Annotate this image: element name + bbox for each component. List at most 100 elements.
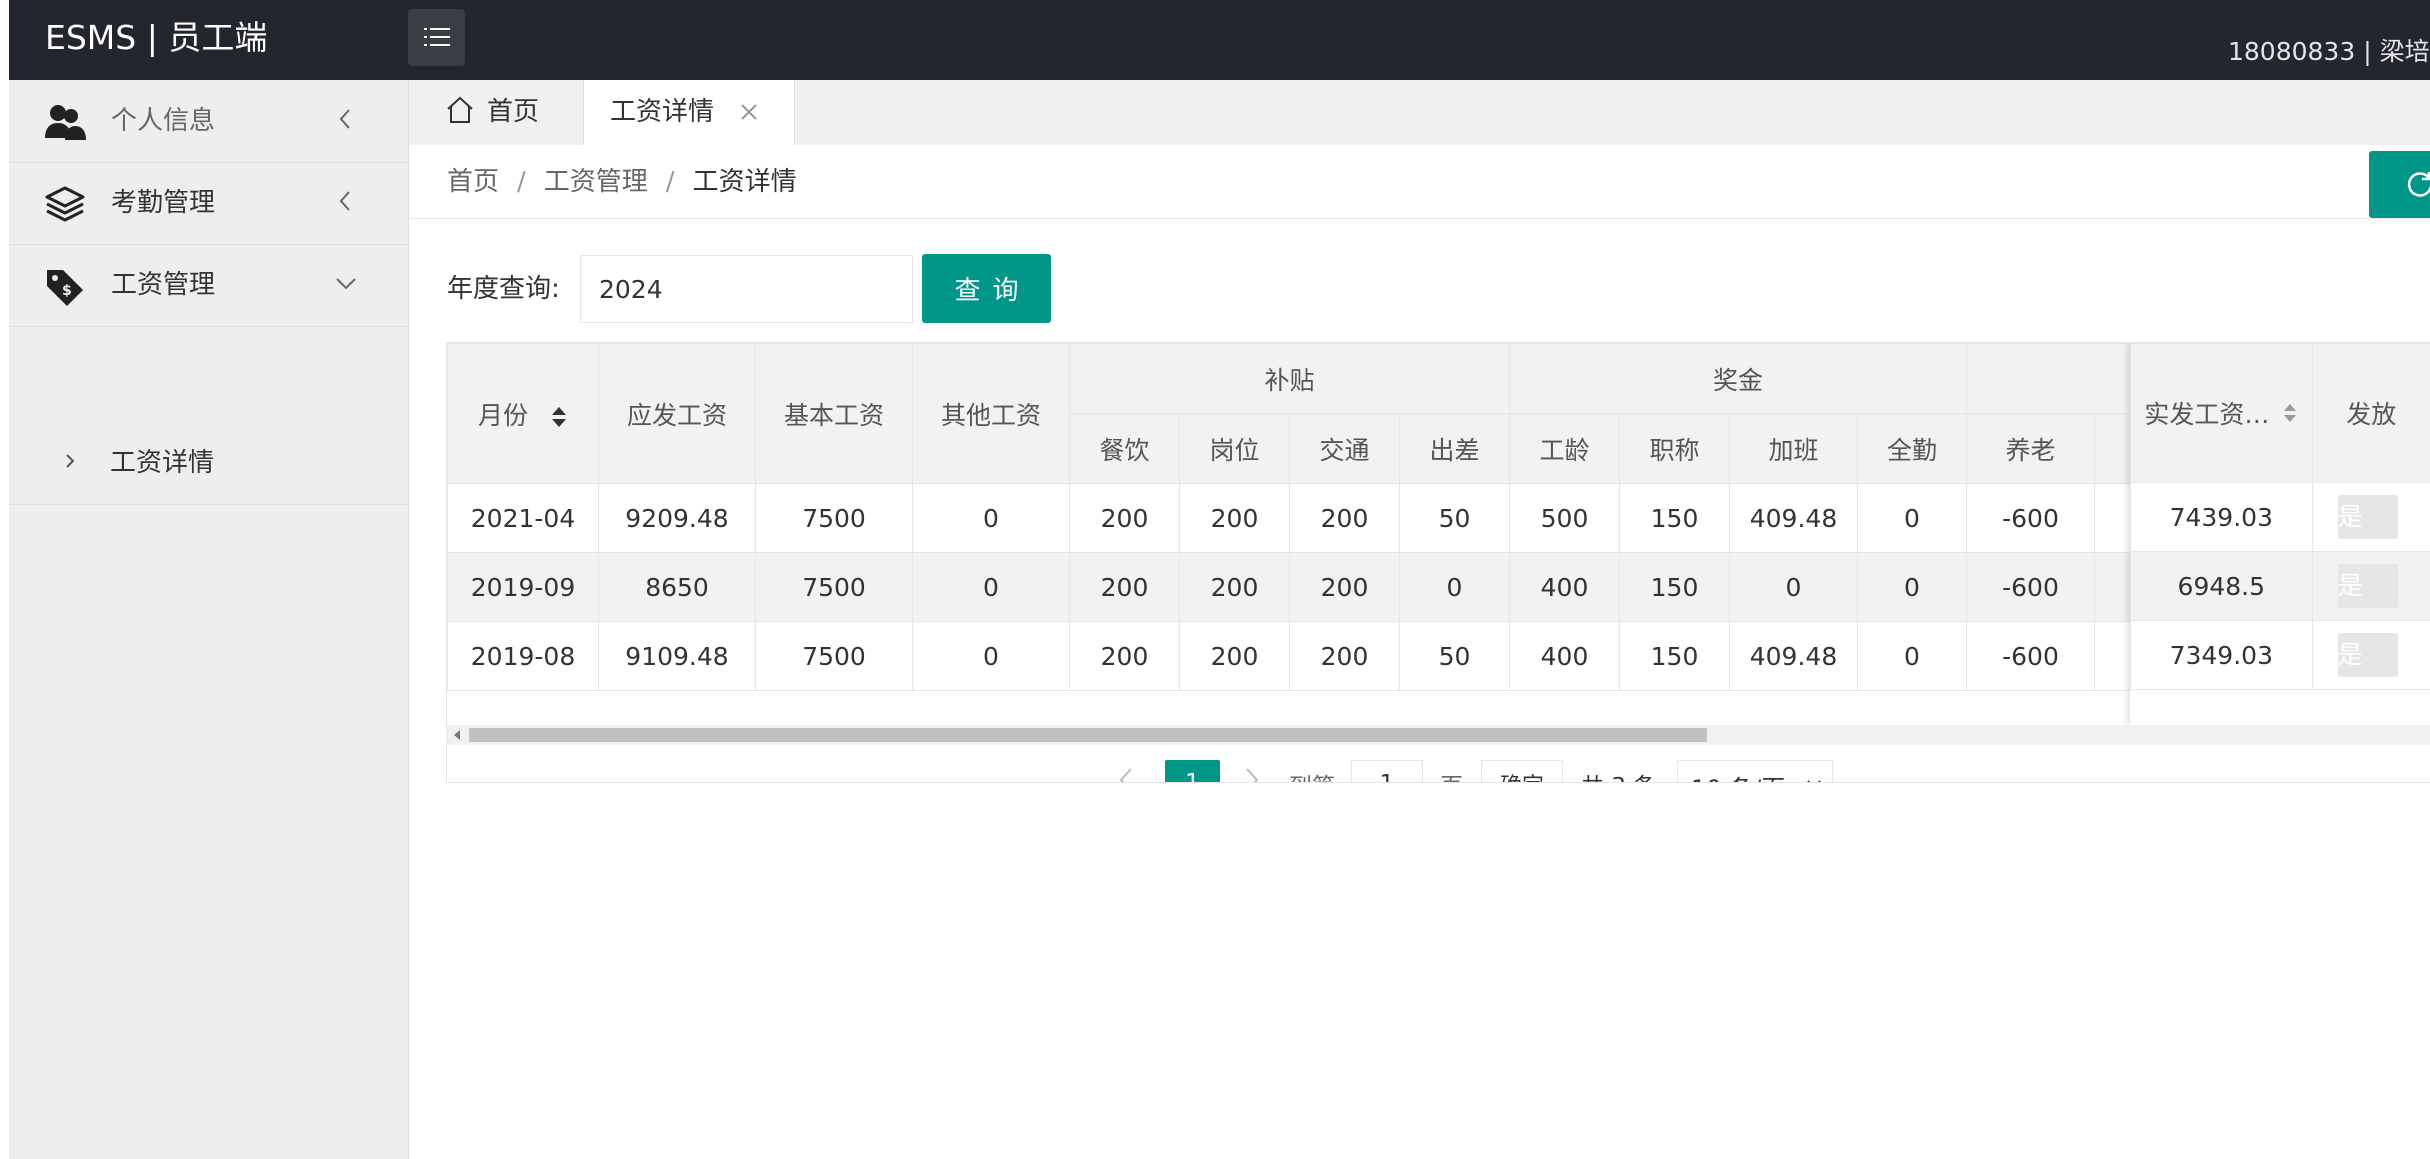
sidebar-subitem-label: 工资详情 [110,448,215,478]
header-title: 职称 [1619,413,1730,484]
year-query-label: 年度查询: [447,274,560,304]
cell-net: 7349.03 [2130,620,2313,690]
page-size-value: 10 条/页 [1691,769,1785,782]
prev-page-icon[interactable] [1118,767,1134,783]
cell-net: 6948.5 [2130,551,2313,621]
fixed-right-columns: 实发工资(元) 发放 7439.03 是 6948.5 [2130,343,2430,725]
user-info[interactable]: 18080833 | 梁培珊 [2228,32,2430,68]
page-unit-label: 页 [1440,767,1463,782]
header-post: 岗位 [1179,413,1290,484]
table-row[interactable]: 7349.03 是 [2130,620,2430,690]
cell-attendance: 0 [1857,552,1967,622]
header-overtime: 加班 [1729,413,1858,484]
tab-label: 工资详情 [610,97,715,127]
goto-label: 到第 [1289,767,1335,782]
cell-pension: -600 [1966,483,2095,553]
refresh-button[interactable] [2369,151,2430,218]
close-icon[interactable] [739,102,759,122]
breadcrumb-item[interactable]: 工资管理 [544,167,648,197]
current-page[interactable]: 1 [1165,760,1220,782]
sidebar: 个人信息 考勤管理 $ 工资管理 工资详情 [9,80,409,1159]
sidebar-item-label: 工资管理 [111,270,216,300]
header-other: 其他工资 [912,343,1070,484]
header-net[interactable]: 实发工资(元) [2130,343,2313,483]
cell-seniority: 400 [1509,621,1620,691]
goto-page-input[interactable] [1351,760,1423,782]
menu-icon [424,28,450,46]
table-row[interactable]: 2019-09 8650 7500 0 200 200 200 0 400 15… [447,552,2155,622]
table-row[interactable]: 2019-08 9109.48 7500 0 200 200 200 50 40… [447,621,2155,691]
cell-title: 150 [1619,552,1730,622]
salary-table: 月份 应发工资 基本工资 其他工资 补贴 奖金 餐饮 岗位 交通 出差 工龄 职… [446,342,2430,783]
cell-month: 2021-04 [447,483,599,553]
scroll-left-icon[interactable] [453,730,461,740]
horizontal-scrollbar[interactable] [447,725,2430,745]
scrollbar-thumb[interactable] [469,728,1707,742]
table-row[interactable]: 2021-04 9209.48 7500 0 200 200 200 50 50… [447,483,2155,553]
header-transport: 交通 [1289,413,1400,484]
sidebar-item-salary-management[interactable]: $ 工资管理 [9,244,408,327]
cell-travel: 0 [1399,552,1510,622]
cell-seniority: 400 [1509,552,1620,622]
header-allowance-group: 补贴 [1069,343,1510,414]
chevron-left-icon [339,109,350,129]
breadcrumb-bar: 首页 / 工资管理 / 工资详情 [409,145,2430,219]
total-count: 共 3 条 [1581,767,1656,782]
salary-table-main: 月份 应发工资 基本工资 其他工资 补贴 奖金 餐饮 岗位 交通 出差 工龄 职… [447,343,2155,691]
sidebar-item-label: 考勤管理 [111,188,216,218]
table-row[interactable]: 7439.03 是 [2130,482,2430,552]
header-issued: 发放 [2311,343,2430,483]
query-button[interactable]: 查询 [922,254,1051,323]
cell-meal: 200 [1069,483,1180,553]
header-travel: 出差 [1399,413,1510,484]
header-seniority: 工龄 [1509,413,1620,484]
cell-gross: 9209.48 [598,483,756,553]
sidebar-item-personal-info[interactable]: 个人信息 [9,80,408,163]
tab-salary-details[interactable]: 工资详情 [583,80,795,146]
chevron-left-icon [339,191,350,211]
cell-seniority: 500 [1509,483,1620,553]
cell-base: 7500 [755,621,913,691]
cell-issued: 是 [2311,482,2430,552]
issued-badge[interactable]: 是 [2337,564,2398,608]
sort-icon[interactable] [2282,402,2298,424]
cell-other: 0 [912,483,1070,553]
app-title: ESMS | 员工端 [45,18,268,57]
cell-attendance: 0 [1857,483,1967,553]
chevron-down-icon [1807,780,1821,782]
goto-confirm-button[interactable]: 确定 [1481,760,1563,782]
menu-toggle-button[interactable] [408,9,465,66]
sort-icon[interactable] [550,405,568,429]
cell-meal: 200 [1069,552,1180,622]
tab-bar: 首页 工资详情 [409,80,2430,146]
header-month[interactable]: 月份 [447,343,599,484]
sidebar-subitem-salary-details[interactable]: 工资详情 [9,422,408,505]
issued-badge[interactable]: 是 [2337,633,2398,677]
cell-post: 200 [1179,483,1290,553]
cell-gross: 9109.48 [598,621,756,691]
issued-badge[interactable]: 是 [2337,495,2398,539]
year-input[interactable] [580,255,913,323]
layers-icon [45,186,85,222]
cell-month: 2019-09 [447,552,599,622]
breadcrumb-item[interactable]: 首页 [447,167,499,197]
svg-text:$: $ [62,283,72,299]
sidebar-item-attendance[interactable]: 考勤管理 [9,162,408,245]
header-gross: 应发工资 [598,343,756,484]
tab-label: 首页 [487,97,540,127]
next-page-icon[interactable] [1244,767,1260,783]
table-row[interactable]: 6948.5 是 [2130,551,2430,621]
cell-meal: 200 [1069,621,1180,691]
salary-table-fixed: 实发工资(元) 发放 7439.03 是 6948.5 [2130,343,2430,690]
cell-transport: 200 [1289,552,1400,622]
cell-post: 200 [1179,621,1290,691]
cell-travel: 50 [1399,483,1510,553]
cell-month: 2019-08 [447,621,599,691]
cell-overtime: 409.48 [1729,483,1858,553]
page-size-select[interactable]: 10 条/页 [1677,760,1833,782]
header-deduction-group [1966,343,2155,414]
tab-home[interactable]: 首页 [445,80,575,145]
cell-other: 0 [912,552,1070,622]
header-base: 基本工资 [755,343,913,484]
chevron-down-icon [336,278,356,290]
